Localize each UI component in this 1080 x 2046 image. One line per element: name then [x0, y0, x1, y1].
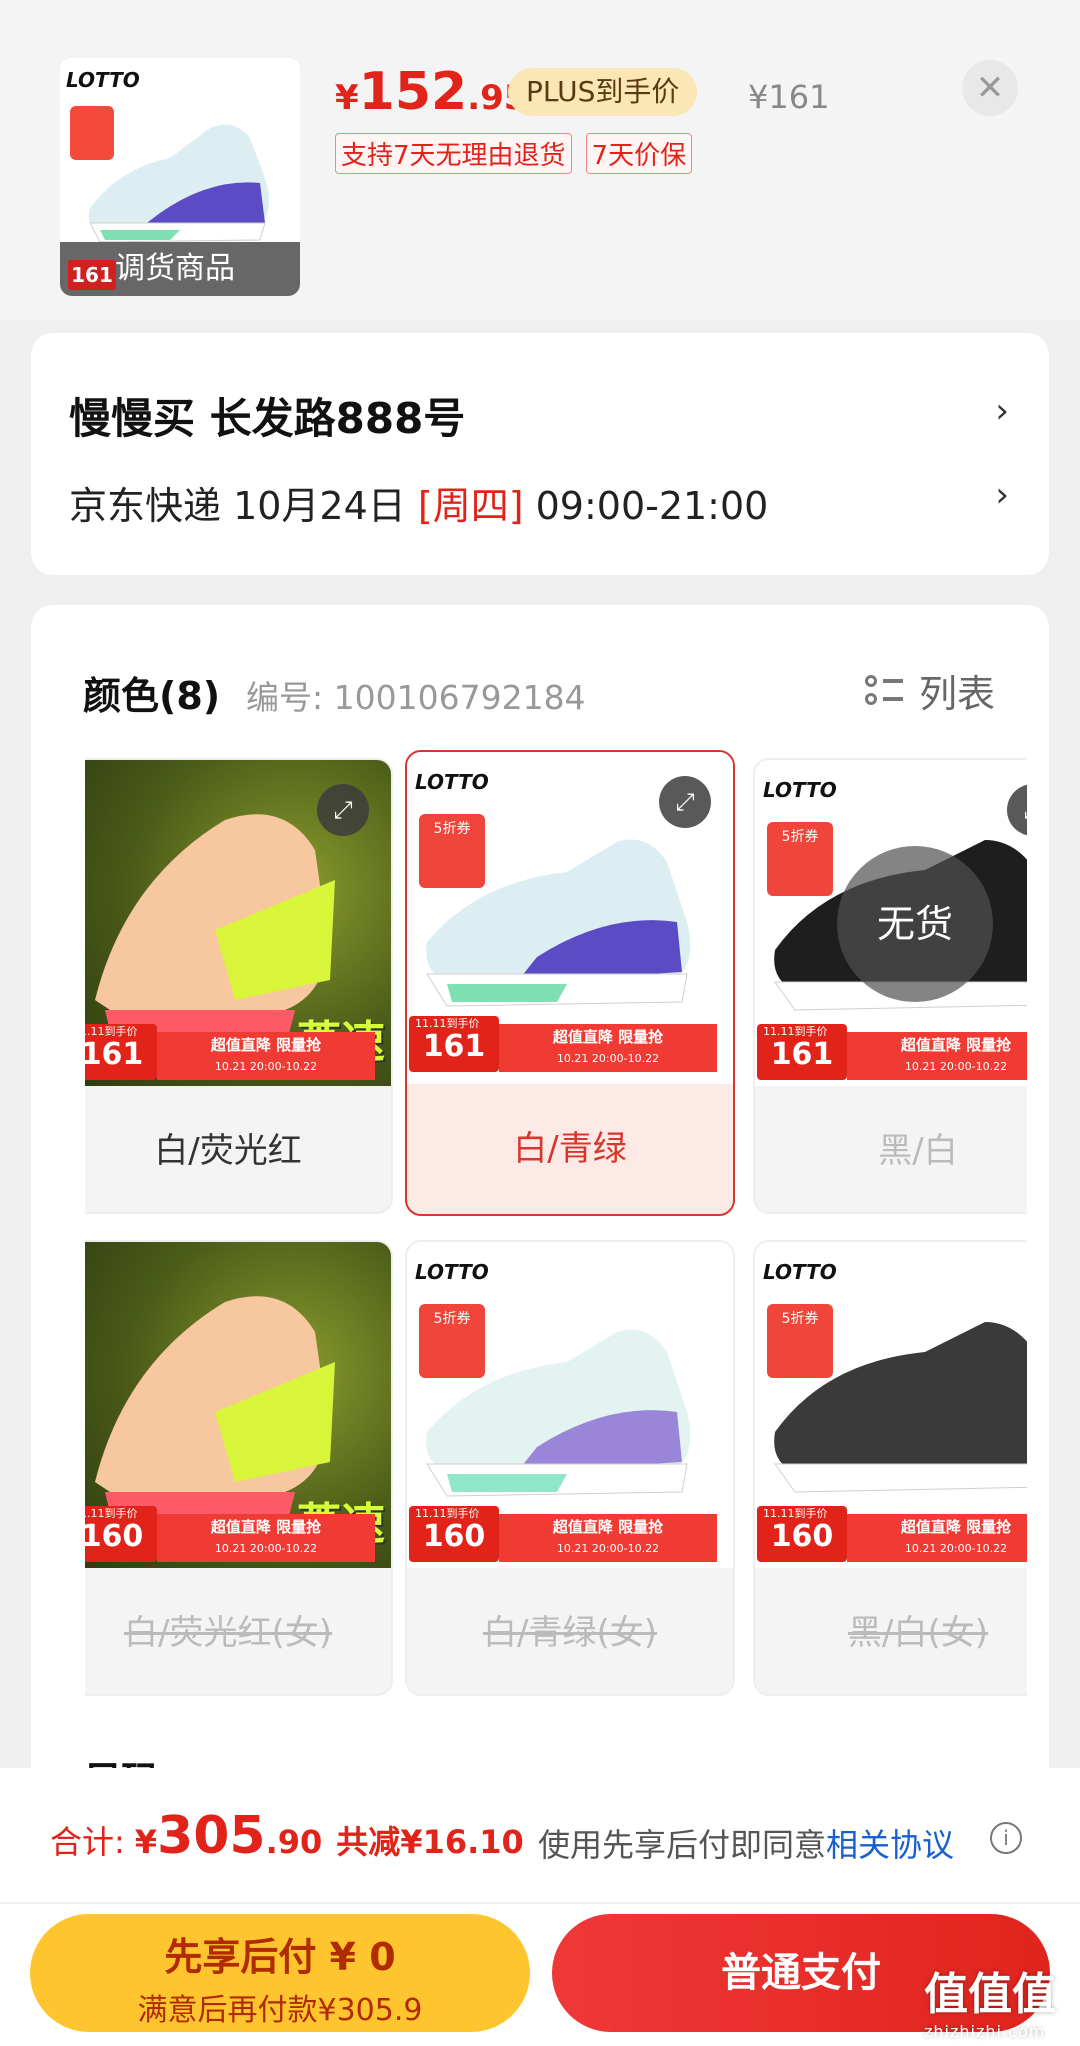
- original-price: ¥161: [748, 78, 830, 116]
- color-selector-card: 颜色(8) 编号: 100106792184 列表 菱速 ⤢ 11.11到手价1…: [31, 605, 1049, 1865]
- close-button[interactable]: ✕: [962, 60, 1018, 116]
- pay-later-title: 先享后付 ¥ 0: [164, 1935, 396, 1979]
- tile-promo: 超值直降 限量抢 10.21 20:00-10.22: [499, 1024, 717, 1072]
- color-tile[interactable]: LOTTO 5折券 11.11到手价 160 超值直降 限量抢 10.21 20:0…: [405, 1240, 735, 1696]
- price-currency: ¥: [335, 78, 359, 118]
- tile-price: 11.11到手价161: [757, 1024, 847, 1080]
- tile-promo: 超值直降 限量抢 10.21 20:00-10.22: [847, 1514, 1027, 1562]
- color-tile[interactable]: 菱速 11.11到手价160 超值直降 限量抢10.21 20:00-10.22…: [85, 1240, 393, 1696]
- list-icon: [864, 673, 905, 709]
- total-summary: 合计: ¥ 305 .90 共减¥16.10: [50, 1806, 524, 1866]
- pay-later-subtitle: 满意后再付款¥305.9: [137, 1993, 423, 2028]
- tile-price: 11.11到手价160: [757, 1506, 847, 1562]
- tag-return: 支持7天无理由退货: [335, 133, 572, 174]
- service-tags: 支持7天无理由退货 7天价保: [335, 133, 693, 174]
- address-card: 慢慢买 长发路888号 › 京东快递 10月24日 [周四] 09:00-21:…: [31, 333, 1049, 575]
- total-currency: ¥: [134, 1823, 158, 1861]
- color-tile[interactable]: LOTTO 5折券 11.11到手价 160 超值直降 限量抢 10.21 20:0…: [753, 1240, 1027, 1696]
- tile-color-name: 黑/白: [878, 1131, 958, 1171]
- tile-price: 11.11到手价160: [409, 1506, 499, 1562]
- color-tile[interactable]: LOTTO 5折券 ⤢ 无货 11.11到手价161 超值直降 限量抢10.21…: [753, 758, 1027, 1214]
- tile-price: 11.11到手价161: [85, 1024, 157, 1080]
- total-decimal: .90: [265, 1823, 323, 1861]
- tile-price: 11.11到手价160: [85, 1506, 157, 1562]
- delivery-time: 09:00-21:00: [523, 484, 769, 528]
- info-icon[interactable]: i: [990, 1822, 1022, 1854]
- total-label: 合计:: [50, 1823, 125, 1861]
- color-tile-selected[interactable]: LOTTO 5折券 ⤢ 11.11到手价 161 超值直降 限量抢 10.21 20…: [405, 750, 735, 1216]
- divider: [0, 1902, 1080, 1904]
- delivery-weekday: [周四]: [417, 484, 524, 528]
- tile-promo: 超值直降 限量抢 10.21 20:00-10.22: [847, 1032, 1027, 1080]
- thumb-price-badge: 161: [68, 260, 116, 290]
- price-integer: 152: [358, 62, 468, 122]
- tile-color-name: 黑/白(女): [848, 1613, 988, 1653]
- delivery-prefix: 京东快递 10月24日: [69, 484, 418, 528]
- tile-price: 11.11到手价161: [409, 1016, 499, 1072]
- tile-color-name: 白/荧光红: [154, 1131, 302, 1171]
- current-price: ¥152.95: [335, 62, 527, 122]
- tile-color-name: 白/荧光红(女): [124, 1613, 332, 1653]
- tile-color-name: 白/青绿(女): [483, 1613, 657, 1653]
- tile-promo: 超值直降 限量抢 10.21 20:00-10.22: [157, 1514, 375, 1562]
- product-thumbnail[interactable]: LOTTO 调货商品 161: [60, 58, 300, 296]
- tile-color-name: 白/青绿: [513, 1129, 627, 1169]
- product-header: LOTTO 调货商品 161 ¥152.95 PLUS到手价 ¥161 ✕ 支持…: [0, 0, 1080, 320]
- agreement-link[interactable]: 相关协议: [826, 1826, 954, 1864]
- delivery-info[interactable]: 京东快递 10月24日 [周四] 09:00-21:00: [69, 475, 768, 530]
- checkout-bar: 合计: ¥ 305 .90 共减¥16.10 使用先享后付即同意相关协议 i 先…: [0, 1768, 1080, 2046]
- color-grid: 菱速 ⤢ 11.11到手价161 超值直降 限量抢10.21 20:00-10.…: [85, 750, 1027, 1710]
- total-integer: 305: [157, 1806, 266, 1866]
- color-tile[interactable]: 菱速 ⤢ 11.11到手价161 超值直降 限量抢10.21 20:00-10.…: [85, 758, 393, 1214]
- watermark-logo: 值值值 zhizhizhi.com: [924, 1969, 1056, 2041]
- agreement-text: 使用先享后付即同意相关协议: [538, 1826, 955, 1864]
- out-of-stock-badge: 无货: [837, 846, 993, 1002]
- chevron-right-icon[interactable]: ›: [995, 475, 1009, 515]
- plus-price-tag: PLUS到手价: [508, 68, 698, 116]
- saving-amount: 共减¥16.10: [336, 1823, 524, 1861]
- expand-icon[interactable]: ⤢: [317, 784, 369, 836]
- tile-promo: 超值直降 限量抢 10.21 20:00-10.22: [499, 1514, 717, 1562]
- chevron-right-icon[interactable]: ›: [995, 391, 1009, 431]
- tile-promo: 超值直降 限量抢 10.21 20:00-10.22: [157, 1032, 375, 1080]
- sku-number: 编号: 100106792184: [246, 678, 586, 717]
- pay-later-button[interactable]: 先享后付 ¥ 0 满意后再付款¥305.9: [30, 1914, 530, 2032]
- color-title: 颜色(8): [83, 674, 221, 718]
- close-icon: ✕: [975, 68, 1005, 108]
- address-text[interactable]: 慢慢买 长发路888号: [69, 385, 465, 446]
- tag-price-protect: 7天价保: [585, 133, 693, 174]
- list-view-toggle[interactable]: 列表: [864, 663, 995, 718]
- list-label: 列表: [918, 672, 995, 716]
